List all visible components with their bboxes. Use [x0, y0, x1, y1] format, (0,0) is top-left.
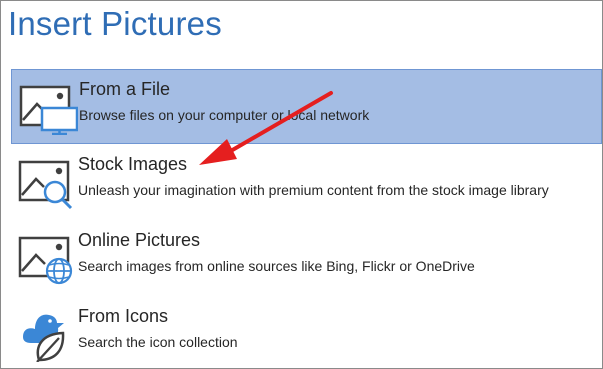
dialog-title: Insert Pictures — [8, 5, 222, 42]
option-title: From a File — [79, 79, 171, 99]
picture-globe-icon — [18, 236, 73, 285]
option-stock-images[interactable]: Stock Images Unleash your imagination wi… — [11, 145, 602, 220]
option-title: Stock Images — [78, 154, 188, 174]
picture-search-icon — [18, 160, 73, 210]
option-online-pictures[interactable]: Online Pictures Search images from onlin… — [11, 221, 602, 296]
insert-pictures-dialog: Insert Pictures From a File Browse files… — [0, 0, 603, 369]
option-title: From Icons — [78, 306, 169, 326]
option-description: Browse files on your computer or local n… — [79, 107, 370, 123]
option-from-icons[interactable]: From Icons Search the icon collection — [11, 297, 602, 368]
icons-bird-leaf-icon — [23, 314, 65, 362]
option-description: Unleash your imagination with premium co… — [78, 182, 549, 198]
option-description: Search images from online sources like B… — [78, 258, 475, 274]
option-title: Online Pictures — [78, 230, 201, 250]
option-description: Search the icon collection — [78, 334, 238, 350]
option-from-a-file[interactable]: From a File Browse files on your compute… — [11, 69, 602, 144]
picture-monitor-icon — [19, 85, 78, 135]
